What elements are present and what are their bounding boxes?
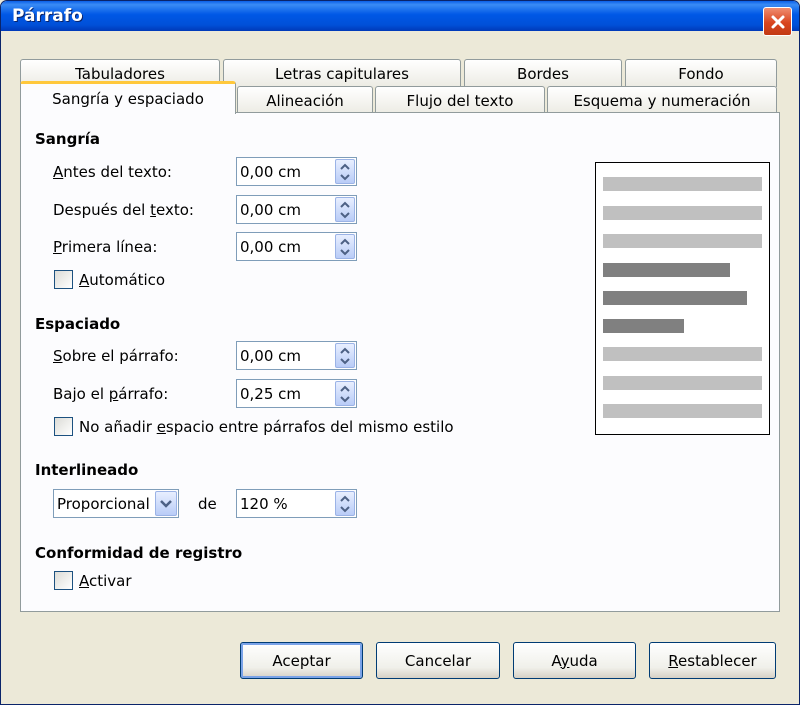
register-section-title: Conformidad de registro [35,544,243,562]
before-text-value: 0,00 cm [240,163,302,181]
up-down-arrows-icon [340,347,350,365]
line-spacing-mode-select[interactable]: Proporcional [53,489,179,518]
preview-line [603,347,762,361]
up-down-arrows-icon [340,201,350,219]
up-down-arrows-icon [340,163,350,181]
tab-background[interactable]: Fondo [625,59,777,87]
up-down-arrows-icon [340,495,350,513]
activate-label: Activar [79,572,132,590]
first-line-label: Primera línea: [53,238,158,256]
after-text-spinner[interactable]: 0,00 cm [236,195,357,224]
spinner-buttons[interactable] [335,197,355,222]
automatic-checkbox[interactable] [54,270,73,289]
before-text-spinner[interactable]: 0,00 cm [236,157,357,186]
before-text-label: Antes del texto: [53,163,172,181]
below-paragraph-value: 0,25 cm [240,385,302,403]
paragraph-dialog: Párrafo Tabuladores Letras capitulares B… [0,0,800,705]
no-add-space-checkbox[interactable] [54,417,73,436]
spinner-buttons[interactable] [335,491,355,516]
preview-line [603,177,762,191]
tab-text-flow[interactable]: Flujo del texto [375,86,545,114]
ok-button[interactable]: Aceptar [240,642,363,679]
after-text-label: Después del texto: [53,201,194,219]
above-paragraph-spinner[interactable]: 0,00 cm [236,341,357,370]
close-button[interactable] [763,7,792,36]
activate-checkbox[interactable] [54,571,73,590]
automatic-label: Automático [79,271,166,289]
preview-line [603,376,762,390]
close-icon [771,15,784,28]
line-spacing-of-label: de [198,495,217,513]
preview-line [603,234,762,248]
tab-indents-spacing[interactable]: Sangría y espaciado [20,81,236,114]
line-spacing-mode-value: Proporcional [57,495,150,513]
reset-button[interactable]: Restablecer [649,642,776,679]
preview-line-current [603,263,730,277]
indent-section-title: Sangría [35,130,101,148]
up-down-arrows-icon [340,238,350,256]
spinner-buttons[interactable] [335,159,355,184]
line-spacing-section-title: Interlineado [35,461,139,479]
spinner-buttons[interactable] [335,343,355,368]
chevron-down-icon [160,500,172,508]
spacing-section-title: Espaciado [35,315,121,333]
tab-drop-caps[interactable]: Letras capitulares [223,59,461,87]
cancel-button[interactable]: Cancelar [376,642,500,679]
line-spacing-value: 120 % [240,495,288,513]
below-paragraph-label: Bajo el párrafo: [53,385,169,403]
after-text-value: 0,00 cm [240,201,302,219]
tab-alignment[interactable]: Alineación [237,86,373,114]
above-paragraph-label: Sobre el párrafo: [53,347,179,365]
paragraph-preview [595,162,770,435]
preview-line [603,206,762,220]
help-button[interactable]: Ayuda [513,642,636,679]
below-paragraph-spinner[interactable]: 0,25 cm [236,379,357,408]
no-add-space-label: No añadir espacio entre párrafos del mis… [79,418,454,436]
preview-line-current [603,319,684,333]
tab-borders[interactable]: Bordes [464,59,622,87]
window-title: Párrafo [12,6,83,26]
first-line-value: 0,00 cm [240,238,302,256]
first-line-spinner[interactable]: 0,00 cm [236,232,357,261]
spinner-buttons[interactable] [335,234,355,259]
title-bar[interactable]: Párrafo [1,1,799,36]
up-down-arrows-icon [340,385,350,403]
line-spacing-value-spinner[interactable]: 120 % [236,489,357,518]
spinner-buttons[interactable] [335,381,355,406]
preview-line-current [603,291,747,305]
dropdown-button[interactable] [155,491,177,516]
above-paragraph-value: 0,00 cm [240,347,302,365]
preview-line [603,404,762,418]
tab-outline-numbering[interactable]: Esquema y numeración [547,86,777,114]
